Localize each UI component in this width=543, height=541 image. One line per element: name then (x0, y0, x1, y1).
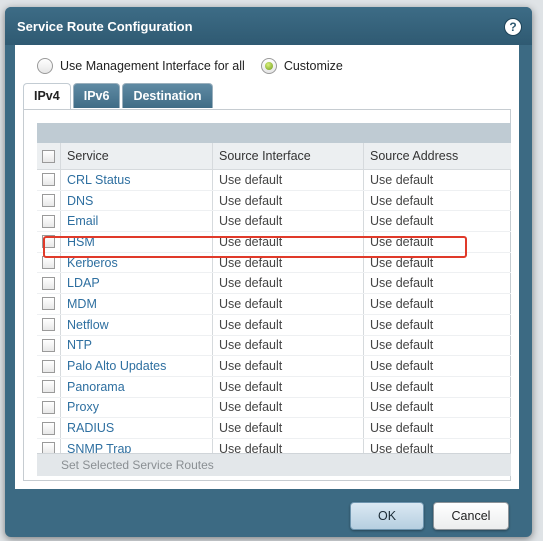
service-route-table: Service Source Interface Source Address … (37, 143, 511, 460)
table-row[interactable]: LDAP Use default Use default (37, 273, 511, 295)
source-address-cell: Use default (370, 359, 434, 374)
table-row[interactable]: CRL Status Use default Use default (37, 170, 511, 191)
source-address-cell: Use default (370, 234, 434, 249)
source-address-cell: Use default (370, 193, 434, 208)
tab-destination[interactable]: Destination (122, 83, 213, 108)
radio-use-management[interactable] (37, 58, 53, 74)
tab-panel-ipv4: Service Source Interface Source Address … (23, 109, 511, 481)
source-interface-cell: Use default (219, 214, 283, 229)
table-footer: Set Selected Service Routes (37, 453, 511, 476)
help-icon[interactable]: ? (504, 18, 522, 36)
service-link[interactable]: Panorama (67, 380, 125, 394)
service-route-dialog: Service Route Configuration ? Use Manage… (5, 7, 532, 537)
source-interface-cell: Use default (219, 276, 283, 291)
source-interface-cell: Use default (219, 255, 283, 270)
table-row[interactable]: Kerberos Use default Use default (37, 252, 511, 274)
source-address-cell: Use default (370, 214, 434, 229)
source-address-cell: Use default (370, 296, 434, 311)
source-interface-cell: Use default (219, 172, 283, 187)
row-checkbox[interactable] (42, 214, 55, 228)
row-checkbox[interactable] (42, 235, 55, 249)
source-interface-cell: Use default (219, 317, 283, 332)
table-row[interactable]: HSM Use default Use default (37, 232, 511, 253)
table-row[interactable]: Palo Alto Updates Use default Use default (37, 356, 511, 377)
tab-ipv6[interactable]: IPv6 (72, 83, 121, 108)
row-checkbox[interactable] (42, 400, 55, 414)
dialog-content: Use Management Interface for all Customi… (15, 45, 519, 489)
source-address-cell: Use default (370, 421, 434, 436)
table-header: Service Source Interface Source Address (37, 143, 511, 170)
service-link[interactable]: CRL Status (67, 173, 130, 187)
service-link[interactable]: DNS (67, 194, 93, 208)
row-checkbox[interactable] (42, 318, 55, 332)
table-row[interactable]: Netflow Use default Use default (37, 314, 511, 336)
service-link[interactable]: NTP (67, 338, 92, 352)
service-link[interactable]: Palo Alto Updates (67, 359, 166, 373)
table-row[interactable]: Panorama Use default Use default (37, 376, 511, 398)
column-header-service[interactable]: Service (67, 149, 109, 163)
source-interface-cell: Use default (219, 338, 283, 353)
column-header-source-interface[interactable]: Source Interface (219, 149, 311, 163)
row-checkbox[interactable] (42, 338, 55, 352)
row-checkbox[interactable] (42, 256, 55, 270)
row-checkbox[interactable] (42, 173, 55, 187)
source-address-cell: Use default (370, 276, 434, 291)
service-link[interactable]: HSM (67, 235, 95, 249)
ok-button[interactable]: OK (350, 502, 424, 530)
dialog-title: Service Route Configuration (17, 19, 193, 34)
row-checkbox[interactable] (42, 297, 55, 311)
radio-customize-label[interactable]: Customize (284, 59, 343, 73)
service-link[interactable]: Email (67, 214, 98, 228)
source-interface-cell: Use default (219, 296, 283, 311)
select-all-checkbox[interactable] (42, 149, 55, 163)
table-row[interactable]: RADIUS Use default Use default (37, 418, 511, 439)
row-checkbox[interactable] (42, 359, 55, 373)
table-body: CRL Status Use default Use default DNS Use d… (37, 170, 511, 460)
source-interface-cell: Use default (219, 421, 283, 436)
set-selected-service-routes-button[interactable]: Set Selected Service Routes (61, 458, 214, 472)
source-address-cell: Use default (370, 317, 434, 332)
service-link[interactable]: Kerberos (67, 256, 118, 270)
table-row[interactable]: Email Use default Use default (37, 211, 511, 233)
protocol-tabs: IPv4 IPv6 Destination (23, 83, 215, 109)
radio-customize[interactable] (260, 58, 277, 74)
service-link[interactable]: Netflow (67, 318, 109, 332)
service-link[interactable]: Proxy (67, 400, 99, 414)
route-mode-options: Use Management Interface for all Customi… (37, 57, 359, 75)
service-link[interactable]: MDM (67, 297, 97, 311)
row-checkbox[interactable] (42, 421, 55, 435)
source-interface-cell: Use default (219, 379, 283, 394)
table-row[interactable]: DNS Use default Use default (37, 190, 511, 212)
source-interface-cell: Use default (219, 193, 283, 208)
source-address-cell: Use default (370, 379, 434, 394)
service-link[interactable]: LDAP (67, 276, 100, 290)
source-interface-cell: Use default (219, 400, 283, 415)
column-header-source-address[interactable]: Source Address (370, 149, 458, 163)
row-checkbox[interactable] (42, 194, 55, 208)
source-address-cell: Use default (370, 338, 434, 353)
source-address-cell: Use default (370, 400, 434, 415)
cancel-button[interactable]: Cancel (433, 502, 509, 530)
source-address-cell: Use default (370, 255, 434, 270)
row-checkbox[interactable] (42, 276, 55, 290)
table-row[interactable]: MDM Use default Use default (37, 294, 511, 315)
source-interface-cell: Use default (219, 234, 283, 249)
radio-use-management-label[interactable]: Use Management Interface for all (60, 59, 245, 73)
source-address-cell: Use default (370, 172, 434, 187)
row-checkbox[interactable] (42, 380, 55, 394)
service-link[interactable]: RADIUS (67, 421, 114, 435)
grid-toolbar (37, 123, 511, 143)
tab-ipv4[interactable]: IPv4 (23, 83, 71, 109)
table-row[interactable]: Proxy Use default Use default (37, 397, 511, 419)
source-interface-cell: Use default (219, 359, 283, 374)
dialog-titlebar: Service Route Configuration ? (5, 7, 532, 45)
table-row[interactable]: NTP Use default Use default (37, 335, 511, 357)
